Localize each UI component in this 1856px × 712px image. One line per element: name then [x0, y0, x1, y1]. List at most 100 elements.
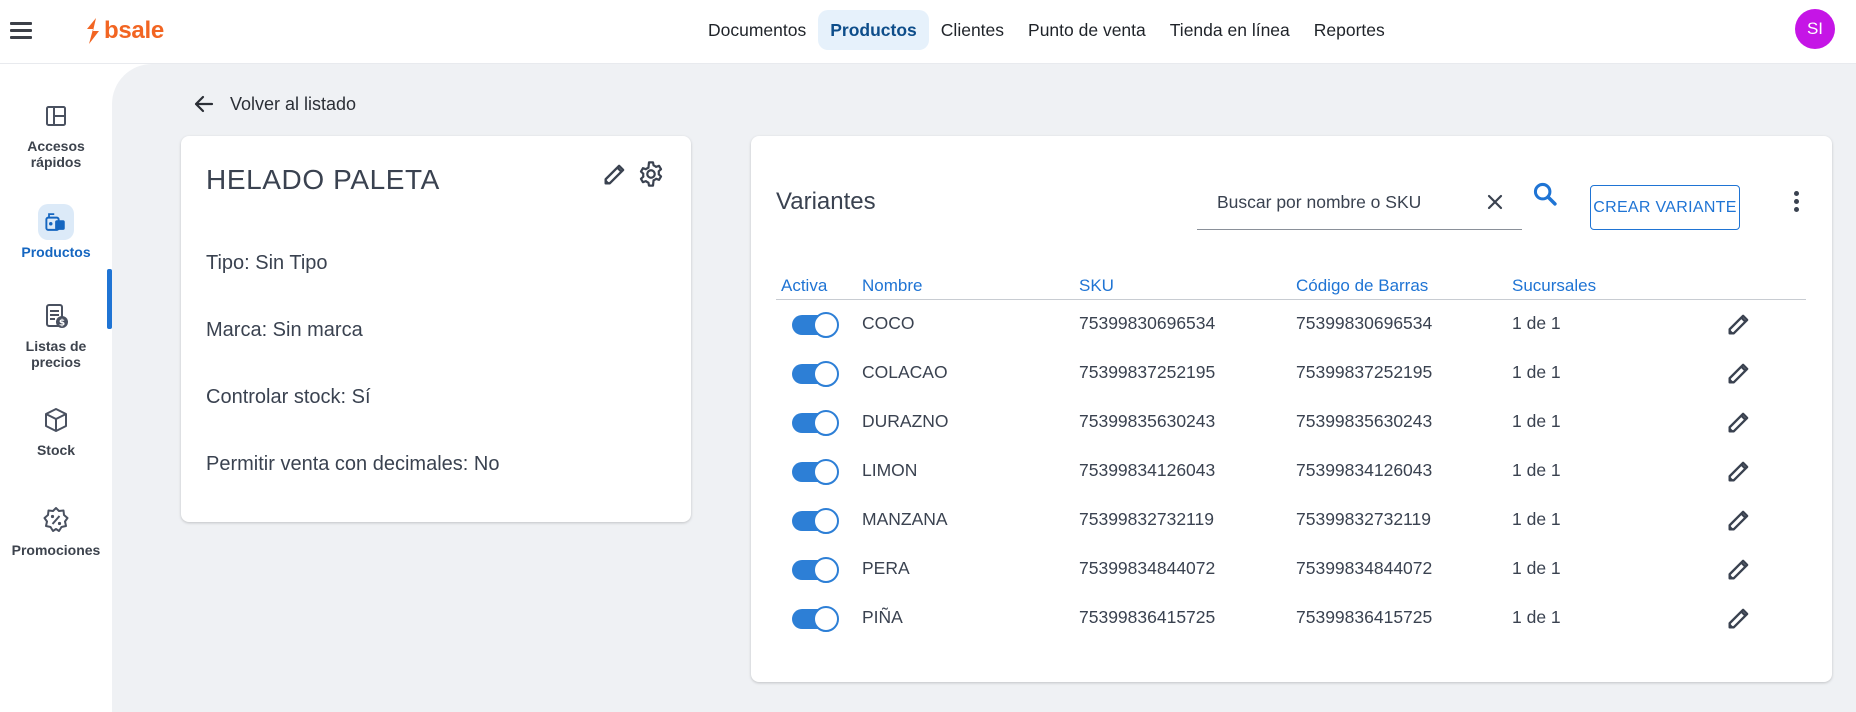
sidebar-label: Promociones	[11, 542, 101, 558]
edit-icon[interactable]	[1725, 359, 1753, 387]
variant-name: DURAZNO	[862, 411, 949, 431]
sidebar-label: precios	[31, 354, 81, 370]
column-header-activa[interactable]: Activa	[781, 276, 827, 296]
logo-text: bsale	[104, 17, 164, 44]
variant-sucursales: 1 de 1	[1512, 460, 1561, 480]
nav-tienda-en-linea[interactable]: Tienda en línea	[1158, 10, 1302, 50]
variant-sucursales: 1 de 1	[1512, 509, 1561, 529]
variant-sku: 75399830696534	[1079, 313, 1216, 333]
top-bar: bsale Documentos Productos Clientes Punt…	[0, 0, 1856, 64]
variant-sku: 75399835630243	[1079, 411, 1216, 431]
active-toggle[interactable]	[792, 557, 839, 583]
variant-name: LIMON	[862, 460, 918, 480]
sidebar-item-accesos-rapidos[interactable]: Accesos rápidos	[0, 100, 112, 170]
back-to-list-link[interactable]: Volver al listado	[192, 92, 356, 116]
product-card: HELADO PALETA Tipo: Sin Tipo Marca: Sin …	[181, 136, 691, 522]
product-tipo: Tipo: Sin Tipo	[206, 252, 328, 274]
variant-name: PERA	[862, 558, 910, 578]
sidebar-label: Accesos	[27, 138, 85, 154]
column-header-codigo-de-barras[interactable]: Código de Barras	[1296, 276, 1428, 296]
active-toggle[interactable]	[792, 361, 839, 387]
active-toggle[interactable]	[792, 459, 839, 485]
more-options-icon[interactable]	[1784, 188, 1808, 216]
table-row: LIMON 75399834126043 75399834126043 1 de…	[776, 447, 1806, 496]
variant-barcode: 75399832732119	[1296, 509, 1431, 529]
variant-barcode: 75399834844072	[1296, 558, 1433, 578]
gear-icon[interactable]	[637, 160, 665, 188]
box-icon	[45, 408, 67, 432]
table-row: DURAZNO 75399835630243 75399835630243 1 …	[776, 398, 1806, 447]
sidebar-item-listas-de-precios[interactable]: $ Listas de precios	[0, 300, 112, 370]
back-label: Volver al listado	[230, 93, 357, 114]
sidebar-item-promociones[interactable]: Promociones	[0, 504, 112, 558]
variant-name: COCO	[862, 313, 915, 333]
edit-icon[interactable]	[1725, 555, 1753, 583]
arrow-left-icon	[194, 95, 214, 113]
search-box	[1197, 178, 1522, 230]
close-icon[interactable]	[1483, 190, 1507, 214]
nav-reportes[interactable]: Reportes	[1302, 10, 1397, 50]
search-input[interactable]	[1217, 188, 1457, 216]
variant-sku: 75399832732119	[1079, 509, 1214, 529]
variant-barcode: 75399837252195	[1296, 362, 1433, 382]
product-marca: Marca: Sin marca	[206, 319, 363, 341]
dashboard-icon	[46, 106, 66, 126]
column-header-sucursales[interactable]: Sucursales	[1512, 276, 1596, 296]
user-avatar[interactable]: SI	[1795, 9, 1835, 49]
nav-punto-de-venta[interactable]: Punto de venta	[1016, 10, 1158, 50]
table-row: PERA 75399834844072 75399834844072 1 de …	[776, 545, 1806, 594]
active-toggle[interactable]	[792, 410, 839, 436]
variants-table: Activa Nombre SKU Código de Barras Sucur…	[776, 276, 1806, 643]
sidebar-label: rápidos	[30, 154, 82, 170]
sidebar-label: Productos	[21, 244, 91, 260]
column-header-nombre[interactable]: Nombre	[862, 276, 922, 296]
search-icon[interactable]	[1531, 180, 1559, 208]
variants-card: Variantes CREAR VARIANTE Activa Nombre S…	[751, 136, 1832, 682]
variant-barcode: 75399835630243	[1296, 411, 1433, 431]
product-controlar-stock: Controlar stock: Sí	[206, 386, 371, 408]
variant-barcode: 75399836415725	[1296, 607, 1433, 627]
promotion-icon	[43, 507, 69, 532]
sidebar-item-stock[interactable]: Stock	[0, 404, 112, 458]
table-body: COCO 75399830696534 75399830696534 1 de …	[776, 300, 1806, 643]
products-icon	[38, 204, 74, 240]
variant-sucursales: 1 de 1	[1512, 411, 1561, 431]
edit-product-icon[interactable]	[601, 160, 629, 188]
active-toggle[interactable]	[792, 508, 839, 534]
logo[interactable]: bsale	[84, 14, 164, 48]
menu-icon[interactable]	[8, 16, 36, 44]
active-toggle[interactable]	[792, 606, 839, 632]
svg-text:$: $	[59, 319, 65, 329]
table-row: PIÑA 75399836415725 75399836415725 1 de …	[776, 594, 1806, 643]
edit-icon[interactable]	[1725, 604, 1753, 632]
create-variant-button[interactable]: CREAR VARIANTE	[1590, 185, 1740, 230]
table-row: COLACAO 75399837252195 75399837252195 1 …	[776, 349, 1806, 398]
table-header: Activa Nombre SKU Código de Barras Sucur…	[776, 276, 1806, 300]
variants-title: Variantes	[776, 188, 876, 215]
product-title: HELADO PALETA	[206, 164, 440, 195]
price-list-icon: $	[46, 304, 68, 329]
variant-sku: 75399834126043	[1079, 460, 1216, 480]
sidebar-label: Listas de	[25, 338, 87, 354]
variant-sku: 75399837252195	[1079, 362, 1216, 382]
column-header-sku[interactable]: SKU	[1079, 276, 1114, 296]
edit-icon[interactable]	[1725, 457, 1753, 485]
main-nav: Documentos Productos Clientes Punto de v…	[696, 10, 1397, 50]
edit-icon[interactable]	[1725, 310, 1753, 338]
sidebar-item-productos[interactable]: Productos	[0, 204, 112, 260]
variant-name: PIÑA	[862, 607, 903, 627]
variant-barcode: 75399830696534	[1296, 313, 1433, 333]
active-toggle[interactable]	[792, 312, 839, 338]
nav-productos[interactable]: Productos	[818, 10, 929, 50]
edit-icon[interactable]	[1725, 408, 1753, 436]
nav-clientes[interactable]: Clientes	[929, 10, 1016, 50]
bsale-logo-icon	[87, 18, 99, 44]
variant-sku: 75399836415725	[1079, 607, 1216, 627]
sidebar: Accesos rápidos Productos $ Listas de pr…	[0, 64, 112, 712]
variant-sucursales: 1 de 1	[1512, 558, 1561, 578]
sidebar-label: Stock	[36, 442, 76, 458]
variant-name: MANZANA	[862, 509, 948, 529]
variant-sucursales: 1 de 1	[1512, 313, 1561, 333]
edit-icon[interactable]	[1725, 506, 1753, 534]
nav-documentos[interactable]: Documentos	[696, 10, 818, 50]
